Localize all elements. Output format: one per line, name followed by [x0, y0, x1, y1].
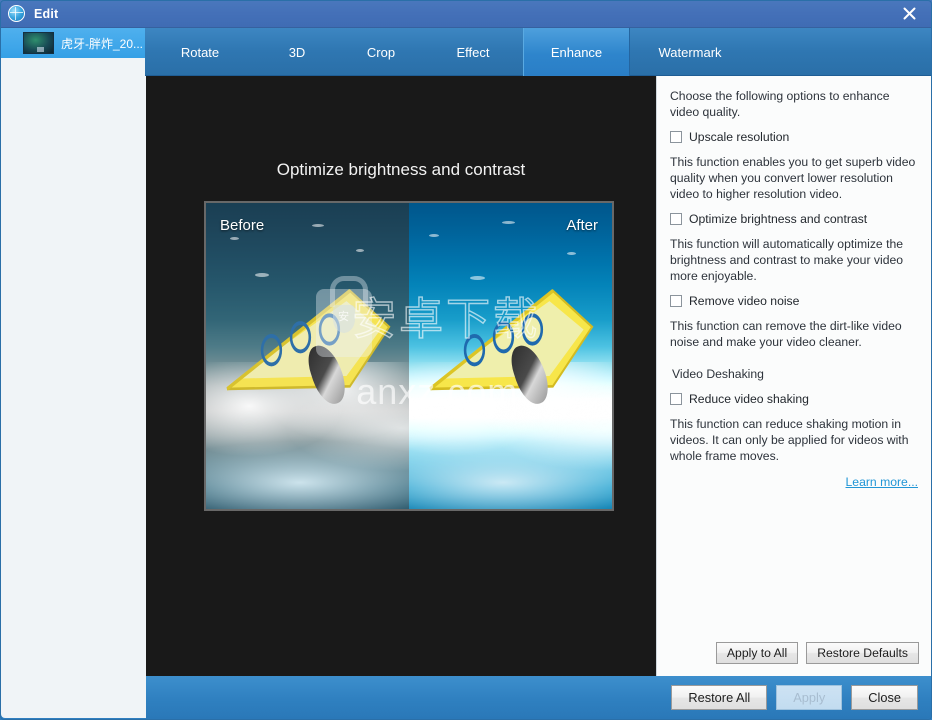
checkbox-label: Remove video noise	[689, 294, 800, 308]
tab-bar: Rotate 3D Crop Effect Enhance Watermark	[145, 28, 932, 76]
checkbox-icon[interactable]	[670, 131, 682, 143]
footer-button-row: Restore All Apply Close	[671, 685, 918, 710]
footer-bar: Restore All Apply Close	[146, 676, 931, 719]
clip-label: 虎牙-胖炸_20...	[61, 36, 144, 51]
restore-all-button[interactable]: Restore All	[671, 685, 768, 710]
after-label: After	[566, 217, 598, 234]
panel-button-row: Apply to All Restore Defaults	[715, 642, 919, 664]
checkbox-icon[interactable]	[670, 393, 682, 405]
close-icon[interactable]	[886, 0, 932, 27]
tab-3d[interactable]: 3D	[255, 28, 339, 76]
close-button[interactable]: Close	[851, 685, 918, 710]
windsurfer-sail	[222, 283, 393, 399]
tab-rotate[interactable]: Rotate	[145, 28, 255, 76]
brightness-description: This function will automatically optimiz…	[670, 237, 904, 283]
panel-intro-text: Choose the following options to enhance …	[670, 89, 890, 119]
clip-list-sidebar: 虎牙-胖炸_20...	[1, 28, 147, 718]
edit-window: Edit 虎牙-胖炸_20... Rotate 3D Crop Effect E…	[0, 0, 932, 720]
checkbox-icon[interactable]	[670, 295, 682, 307]
learn-more-row: Learn more...	[670, 474, 918, 490]
shaking-description: This function can reduce shaking motion …	[670, 417, 909, 463]
title-bar: Edit	[0, 0, 932, 28]
video-thumbnail	[23, 32, 54, 54]
noise-description: This function can remove the dirt-like v…	[670, 319, 902, 349]
checkbox-label: Optimize brightness and contrast	[689, 212, 868, 226]
globe-icon	[8, 5, 25, 22]
apply-button: Apply	[776, 685, 843, 710]
apply-to-all-button[interactable]: Apply to All	[715, 642, 799, 664]
window-title: Edit	[34, 6, 59, 21]
checkbox-remove-video-noise[interactable]: Remove video noise	[670, 293, 918, 309]
preview-after-half	[409, 203, 612, 509]
preview-stage: Optimize brightness and contrast Before …	[146, 76, 656, 676]
checkbox-upscale-resolution[interactable]: Upscale resolution	[670, 129, 918, 145]
preview-title: Optimize brightness and contrast	[276, 160, 526, 179]
tab-enhance[interactable]: Enhance	[523, 28, 630, 76]
preview-before-half	[206, 203, 409, 509]
checkbox-icon[interactable]	[670, 213, 682, 225]
learn-more-link[interactable]: Learn more...	[846, 475, 918, 489]
video-deshaking-group-title: Video Deshaking	[672, 367, 764, 381]
restore-defaults-button[interactable]: Restore Defaults	[806, 642, 919, 664]
before-after-preview: Before After 安 安卓下载 anxz.com	[204, 201, 614, 511]
checkbox-optimize-brightness[interactable]: Optimize brightness and contrast	[670, 211, 918, 227]
enhance-options-panel: Choose the following options to enhance …	[656, 76, 931, 676]
upscale-description: This function enables you to get superb …	[670, 155, 916, 201]
tab-crop[interactable]: Crop	[339, 28, 423, 76]
checkbox-label: Reduce video shaking	[689, 392, 809, 406]
windsurfer-sail	[425, 283, 596, 399]
checkbox-label: Upscale resolution	[689, 130, 790, 144]
tab-watermark[interactable]: Watermark	[630, 28, 750, 76]
list-item[interactable]: 虎牙-胖炸_20...	[1, 28, 146, 58]
tab-effect[interactable]: Effect	[423, 28, 523, 76]
checkbox-reduce-video-shaking[interactable]: Reduce video shaking	[670, 391, 918, 407]
before-label: Before	[220, 217, 265, 234]
